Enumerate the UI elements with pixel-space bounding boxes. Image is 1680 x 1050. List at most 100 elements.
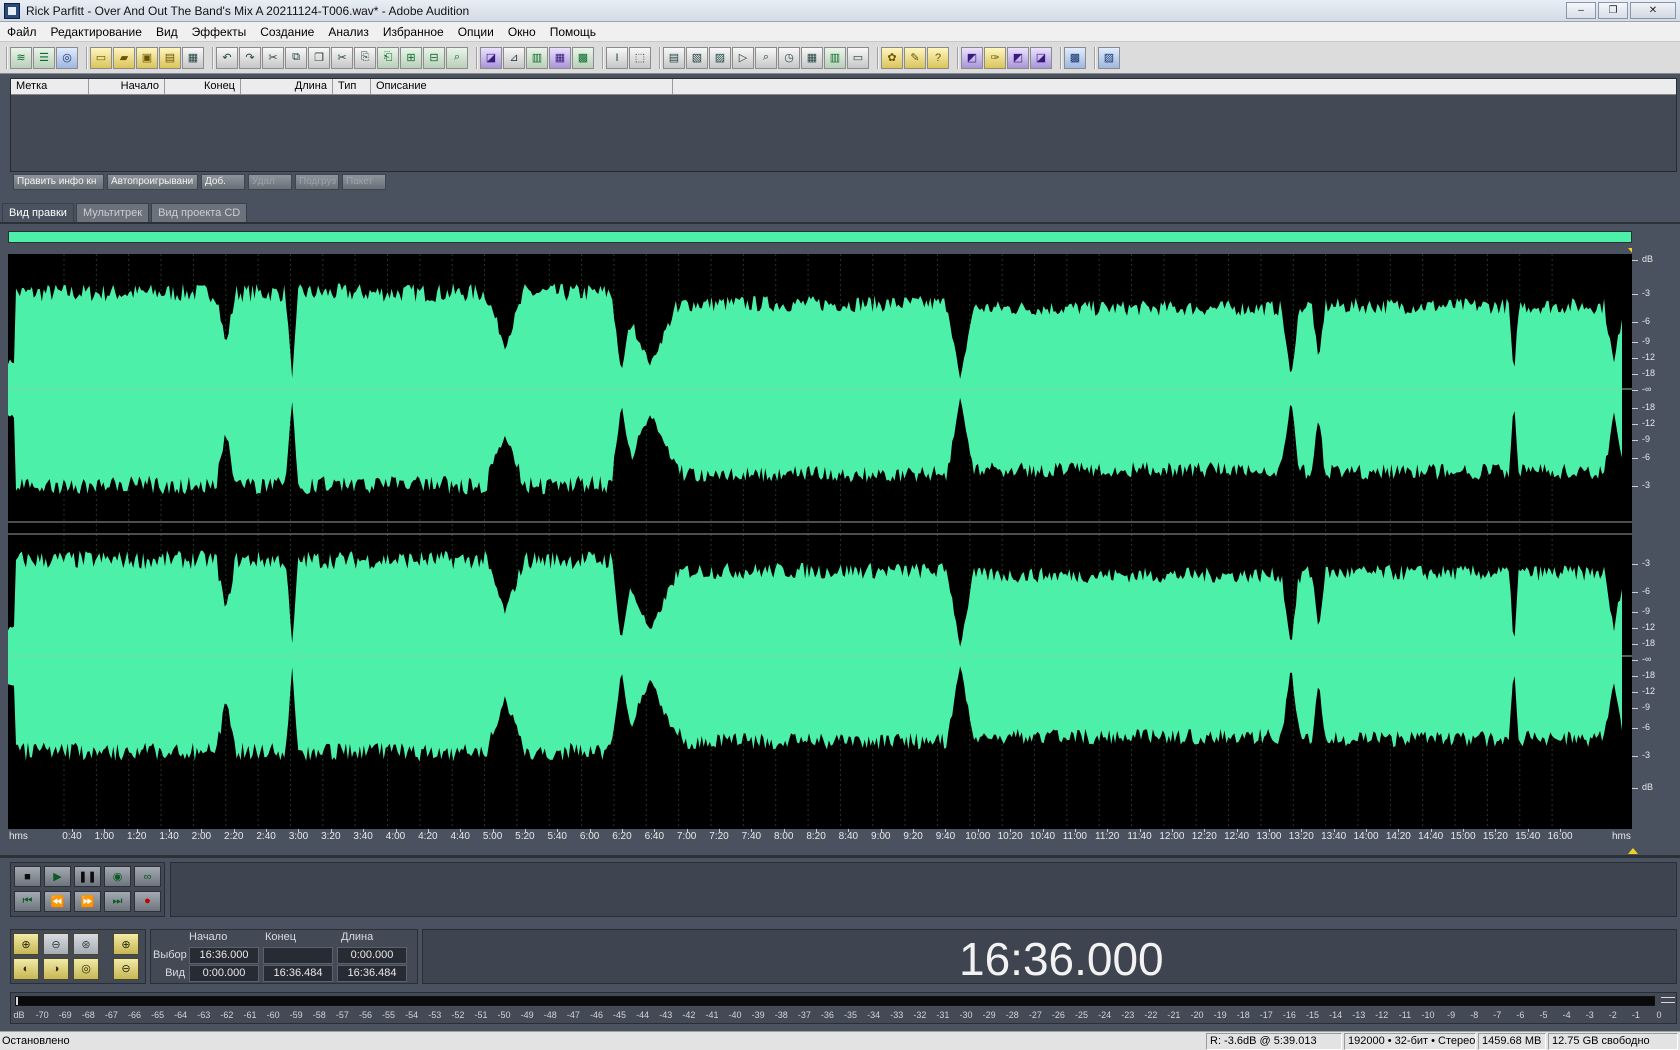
delete-marker-button[interactable]: Удал bbox=[248, 174, 292, 190]
go-to-end-button[interactable]: ⏭ bbox=[104, 890, 131, 912]
add-marker-button[interactable]: Доб. bbox=[201, 174, 245, 190]
tab-multitrack[interactable]: Мультитрек bbox=[75, 203, 150, 222]
maximize-button[interactable]: ❐ bbox=[1598, 2, 1628, 19]
waveform-canvas[interactable] bbox=[8, 254, 1632, 829]
multitrack-view-icon[interactable]: ☰ bbox=[33, 46, 55, 69]
zoom-out-horizontal-button[interactable]: ⊖ bbox=[43, 933, 69, 955]
waveform-display-icon[interactable]: ◪ bbox=[480, 46, 502, 69]
open-folder-icon[interactable]: ▰ bbox=[113, 46, 135, 69]
menu-analyze[interactable]: Анализ bbox=[321, 25, 376, 39]
effects-window-icon[interactable]: ▧ bbox=[686, 46, 708, 69]
tab-cd-project[interactable]: Вид проекта CD bbox=[151, 203, 248, 222]
edit-view-icon[interactable]: ≋ bbox=[10, 46, 32, 69]
menu-edit[interactable]: Редактирование bbox=[44, 25, 149, 39]
selection-length-field[interactable]: 0:00.000 bbox=[337, 947, 407, 964]
save-all-icon[interactable]: ▦ bbox=[182, 46, 204, 69]
cd-view-icon[interactable]: ◎ bbox=[56, 46, 78, 69]
markers-list[interactable]: Метка Начало Конец Длина Тип Описание bbox=[10, 78, 1677, 172]
spectral-pan-icon[interactable]: ▥ bbox=[526, 46, 548, 69]
marquee-tool-icon[interactable]: ⬚ bbox=[629, 46, 651, 69]
tab-edit-view[interactable]: Вид правки bbox=[2, 203, 74, 222]
find-icon[interactable]: ⌕ bbox=[446, 46, 468, 69]
save-icon[interactable]: ▣ bbox=[136, 46, 158, 69]
col-type[interactable]: Тип bbox=[333, 79, 371, 94]
menu-favorites[interactable]: Избранное bbox=[376, 25, 451, 39]
zoom-selection-button[interactable]: ◎ bbox=[73, 957, 99, 980]
pause-button[interactable]: ❚❚ bbox=[74, 866, 101, 887]
record-button[interactable]: ● bbox=[134, 890, 161, 912]
play-to-end-button[interactable]: ◉ bbox=[104, 866, 131, 887]
wave-stack-icon[interactable]: ▩ bbox=[572, 46, 594, 69]
effect-fade-icon[interactable]: ◪ bbox=[1030, 46, 1052, 69]
copy-icon[interactable]: ❐ bbox=[308, 46, 330, 69]
col-description[interactable]: Описание bbox=[371, 79, 673, 94]
transport-window-icon[interactable]: ▨ bbox=[709, 46, 731, 69]
redo-icon[interactable]: ↷ bbox=[239, 46, 261, 69]
zoom-to-left-button[interactable]: ◐ bbox=[13, 957, 39, 980]
play-window-icon[interactable]: ▷ bbox=[732, 46, 754, 69]
menu-effects[interactable]: Эффекты bbox=[185, 25, 254, 39]
selection-start-field[interactable]: 16:36.000 bbox=[189, 947, 259, 964]
view-length-field[interactable]: 16:36.484 bbox=[337, 965, 407, 982]
load-marker-button[interactable]: Подгруз bbox=[295, 174, 339, 190]
menu-file[interactable]: Файл bbox=[0, 25, 44, 39]
time-selection-tool-icon[interactable]: I bbox=[606, 46, 628, 69]
mixer-icon[interactable]: ▥ bbox=[824, 46, 846, 69]
organizer-icon[interactable]: ▤ bbox=[663, 46, 685, 69]
edit-cd-info-button[interactable]: Править инфо кн bbox=[13, 174, 104, 190]
col-marker[interactable]: Метка bbox=[11, 79, 89, 94]
col-length[interactable]: Длина bbox=[241, 79, 333, 94]
zoom-to-right-button[interactable]: ◑ bbox=[43, 957, 69, 980]
waveform-channel-left[interactable] bbox=[8, 283, 1632, 495]
view-start-field[interactable]: 0:00.000 bbox=[189, 965, 259, 982]
go-to-start-button[interactable]: ⏮ bbox=[14, 890, 41, 912]
menu-generate[interactable]: Создание bbox=[253, 25, 321, 39]
level-meter[interactable]: dB -70 -69 -68 -67 -66 -65 -64 -63 -62 -61 -60 -59 -5… bbox=[10, 992, 1677, 1024]
waveform-overview-bar[interactable] bbox=[8, 231, 1632, 243]
undo-icon[interactable]: ↶ bbox=[216, 46, 238, 69]
repeat-icon[interactable]: ✂ bbox=[262, 46, 284, 69]
fast-forward-button[interactable]: ⏩ bbox=[74, 890, 101, 912]
effect-normalize-icon[interactable]: ◩ bbox=[1007, 46, 1029, 69]
help-icon[interactable]: ? bbox=[927, 46, 949, 69]
batch-button[interactable]: Пакет bbox=[342, 174, 386, 190]
view-end-field[interactable]: 16:36.484 bbox=[263, 965, 333, 982]
frequency-analysis-icon[interactable]: ▩ bbox=[1064, 46, 1086, 69]
phase-analysis-icon[interactable]: ▨ bbox=[1098, 46, 1120, 69]
effect-envelope-icon[interactable]: ✑ bbox=[984, 46, 1006, 69]
paste-icon[interactable]: ⎘ bbox=[354, 46, 376, 69]
col-end[interactable]: Конец bbox=[165, 79, 241, 94]
autoplay-button[interactable]: Автопроигрывани bbox=[107, 174, 198, 190]
save-as-icon[interactable]: ▤ bbox=[159, 46, 181, 69]
menu-options[interactable]: Опции bbox=[451, 25, 501, 39]
new-file-icon[interactable]: ▭ bbox=[90, 46, 112, 69]
time-ruler[interactable]: hms hms 0:40 1:00 1:20 1:40 2:00 2:20 2:40 3:00… bbox=[8, 829, 1632, 845]
zoom-window-icon[interactable]: ⌕ bbox=[755, 46, 777, 69]
zoom-in-horizontal-button[interactable]: ⊕ bbox=[13, 933, 39, 955]
selection-end-field[interactable] bbox=[263, 947, 333, 964]
stop-button[interactable]: ■ bbox=[14, 866, 41, 887]
col-start[interactable]: Начало bbox=[89, 79, 165, 94]
mix-paste-icon[interactable]: ⊞ bbox=[400, 46, 422, 69]
settings-icon[interactable]: ✿ bbox=[881, 46, 903, 69]
trim-icon[interactable]: ⊟ bbox=[423, 46, 445, 69]
playhead-marker-icon[interactable] bbox=[1628, 848, 1638, 854]
level-meters-icon[interactable]: ▦ bbox=[801, 46, 823, 69]
close-button[interactable]: ✕ bbox=[1630, 2, 1676, 19]
paste-new-icon[interactable]: ⎗ bbox=[377, 46, 399, 69]
effect-amplify-icon[interactable]: ◩ bbox=[961, 46, 983, 69]
spectral-phase-icon[interactable]: ▦ bbox=[549, 46, 571, 69]
spectral-display-icon[interactable]: ⊿ bbox=[503, 46, 525, 69]
rewind-button[interactable]: ⏪ bbox=[44, 890, 71, 912]
waveform-display[interactable] bbox=[8, 254, 1632, 829]
copy-new-icon[interactable]: ⧉ bbox=[285, 46, 307, 69]
minimize-button[interactable]: – bbox=[1566, 2, 1596, 19]
time-window-icon[interactable]: ◷ bbox=[778, 46, 800, 69]
loop-button[interactable]: ∞ bbox=[134, 866, 161, 887]
scripts-icon[interactable]: ✎ bbox=[904, 46, 926, 69]
zoom-out-vertical-button[interactable]: ⊖ bbox=[113, 957, 139, 980]
menu-help[interactable]: Помощь bbox=[543, 25, 603, 39]
waveform-channel-right[interactable] bbox=[8, 550, 1632, 762]
menu-window[interactable]: Окно bbox=[501, 25, 543, 39]
zoom-out-full-button[interactable]: ⊛ bbox=[73, 933, 99, 955]
